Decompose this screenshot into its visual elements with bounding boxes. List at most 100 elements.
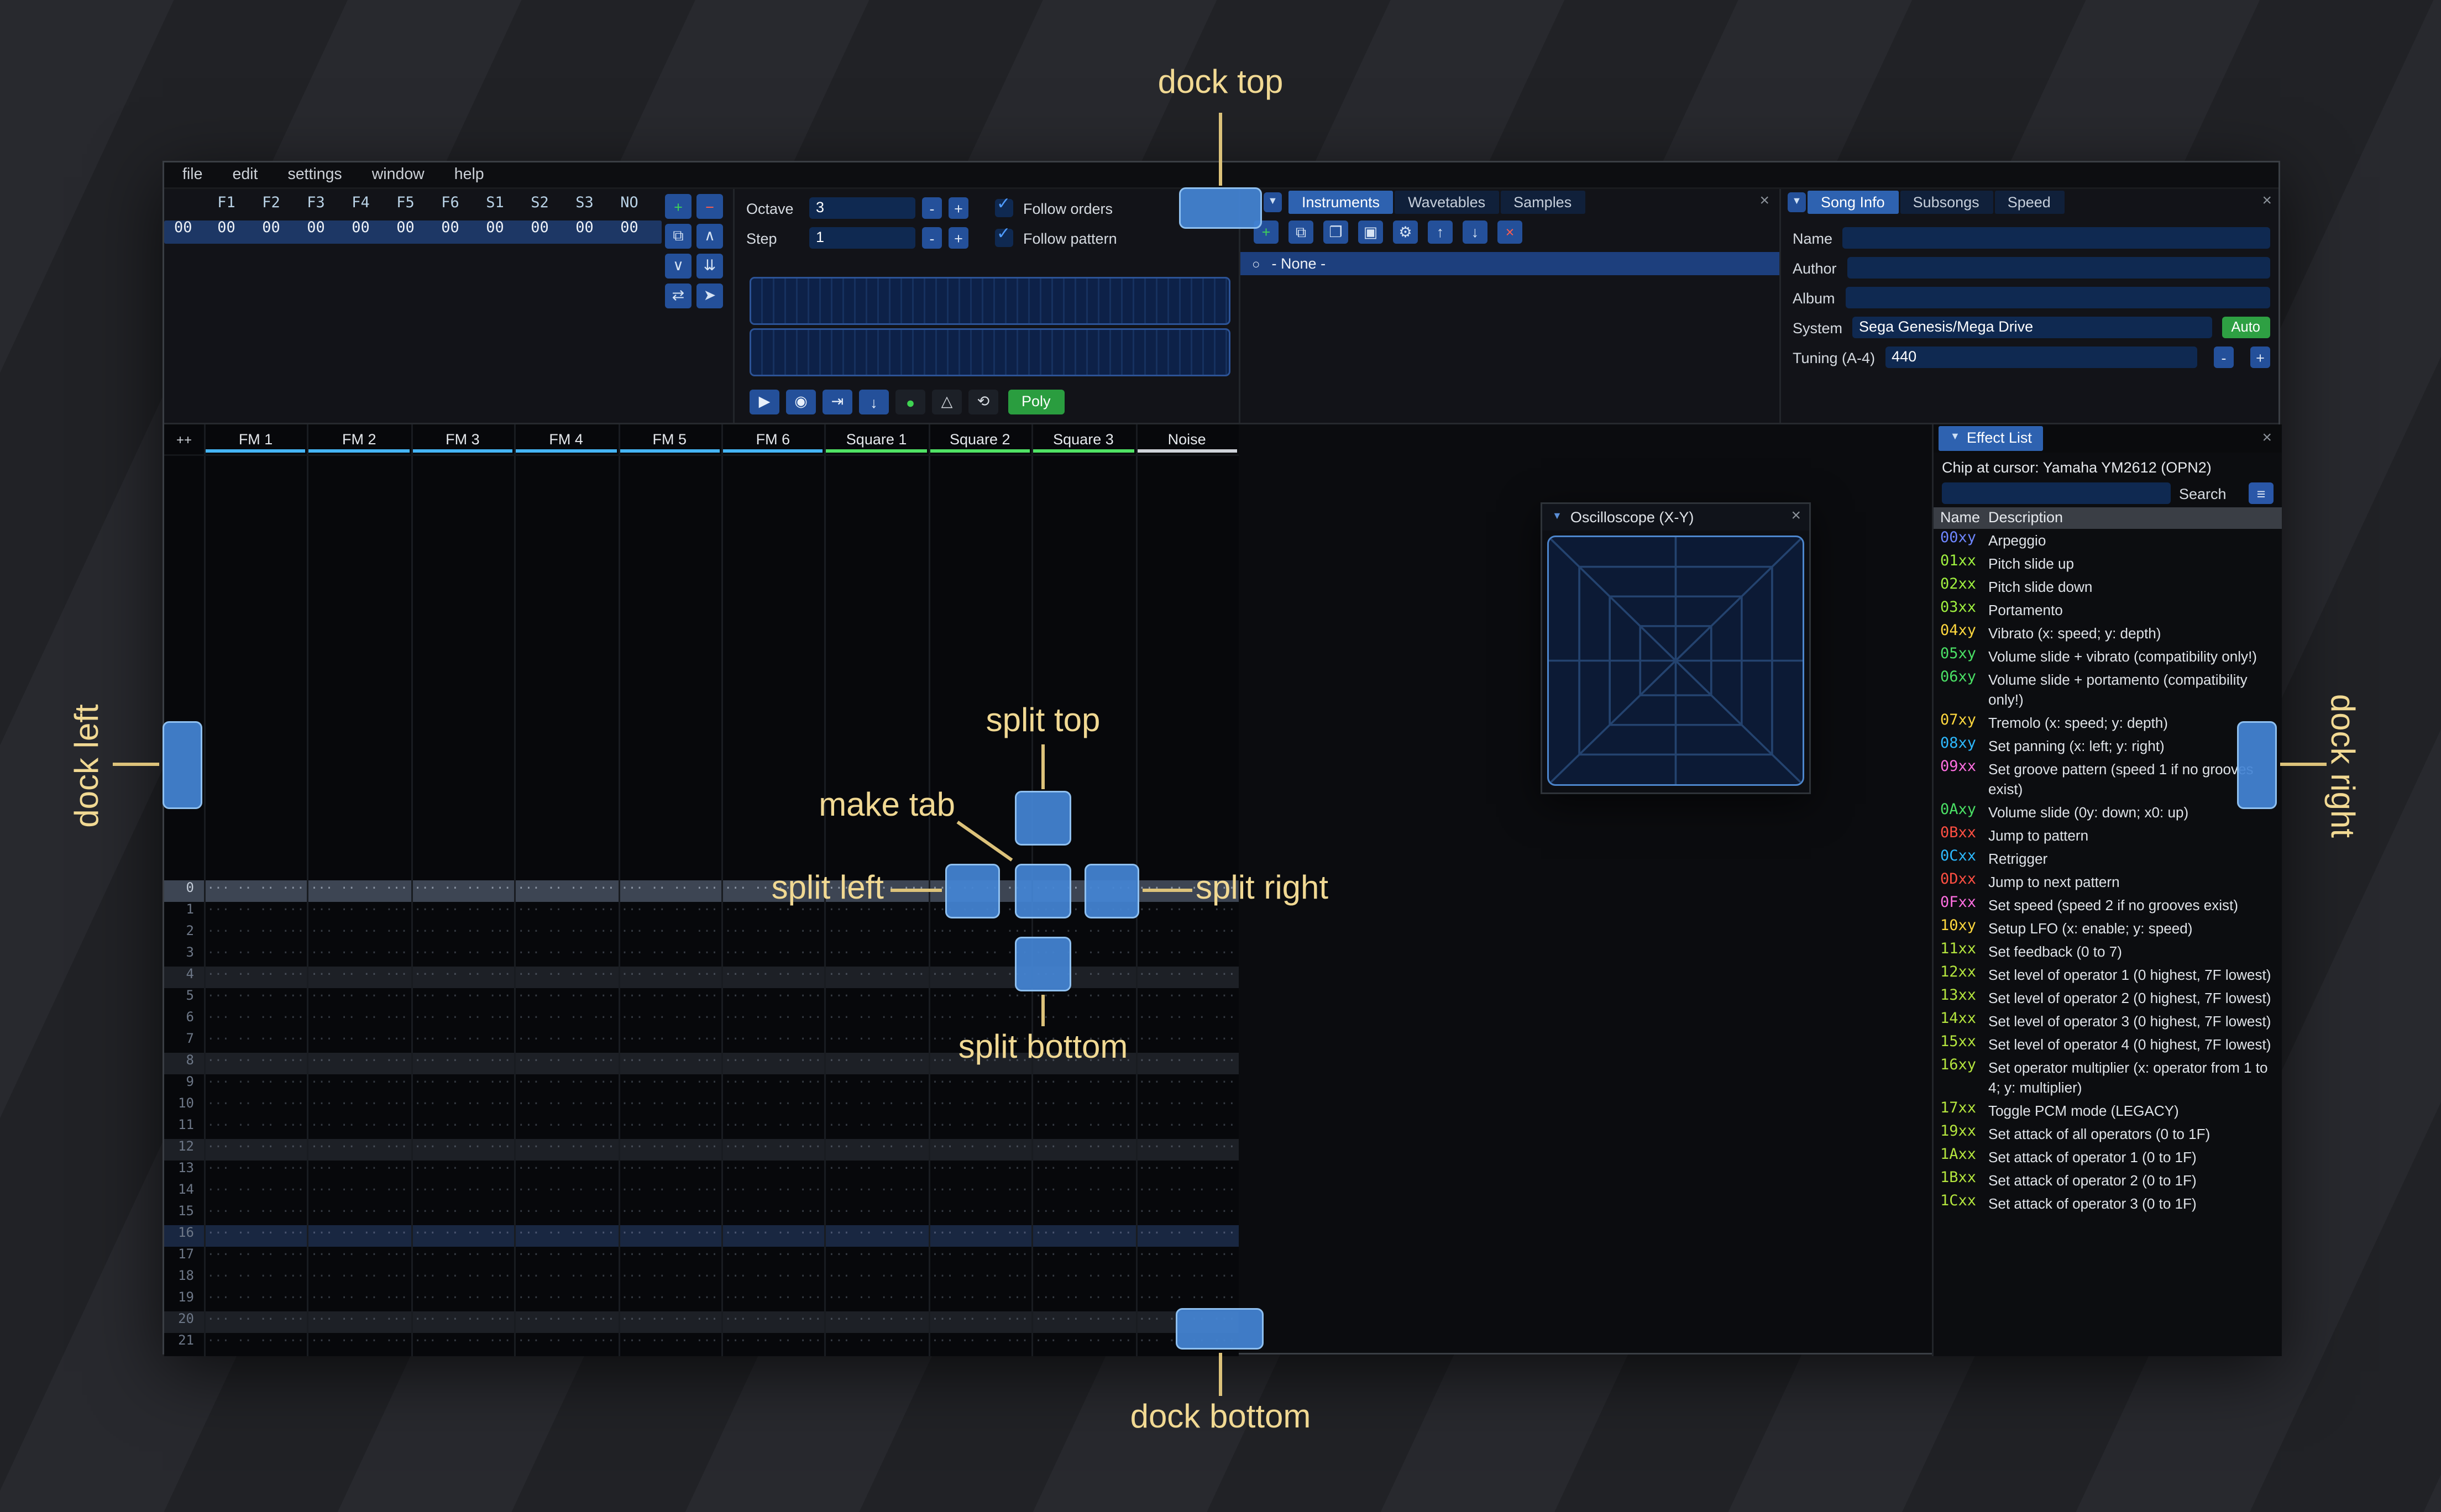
pattern-cell[interactable]: ··· ·· ·· ··· — [618, 1010, 721, 1031]
pattern-cell[interactable]: ··· ·· ·· ··· — [618, 1053, 721, 1074]
pattern-cell[interactable]: ··· ·· ·· ··· — [1135, 1182, 1239, 1204]
pattern-cell[interactable]: ··· ·· ·· ··· — [618, 902, 721, 923]
order-cell[interactable]: 00 — [204, 221, 249, 244]
pattern-cell[interactable]: ··· ·· ·· ··· — [1135, 1204, 1239, 1225]
pattern-cell[interactable]: ··· ·· ·· ··· — [721, 1290, 825, 1311]
pattern-cell[interactable]: ··· ·· ·· ··· — [515, 1096, 618, 1117]
pattern-cell[interactable]: ··· ·· ·· ··· — [411, 967, 514, 988]
pattern-cell[interactable]: ··· ·· ·· ··· — [307, 1182, 411, 1204]
pattern-cell[interactable]: ··· ·· ·· ··· — [411, 923, 514, 945]
pattern-cell[interactable]: ··· ·· ·· ··· — [1031, 1117, 1135, 1139]
pattern-cell[interactable]: ··· ·· ·· ··· — [307, 880, 411, 902]
pattern-cell[interactable]: ··· ·· ·· ··· — [721, 1074, 825, 1096]
piano-octave-row[interactable] — [750, 277, 1230, 325]
pattern-row[interactable]: 4 ··· ·· ·· ··· ··· ·· ·· ··· ··· ·· ·· ···… — [164, 967, 1239, 988]
order-cell[interactable]: 00 — [473, 221, 517, 244]
pattern-cell[interactable]: ··· ·· ·· ··· — [1135, 1268, 1239, 1290]
pattern-cell[interactable]: ··· ·· ·· ··· — [515, 988, 618, 1010]
pattern-cell[interactable]: ··· ·· ·· ··· — [825, 1010, 928, 1031]
pattern-cell[interactable]: ··· ·· ·· ··· — [721, 1031, 825, 1053]
pattern-cell[interactable]: ··· ·· ·· ··· — [307, 1268, 411, 1290]
tab-song-info[interactable]: Song Info — [1808, 191, 1898, 214]
pattern-cell[interactable]: ··· ·· ·· ··· — [204, 1290, 307, 1311]
pattern-cell[interactable]: ··· ·· ·· ··· — [307, 1247, 411, 1268]
author-input[interactable] — [1846, 257, 2270, 279]
pattern-cell[interactable]: ··· ·· ·· ··· — [1031, 1268, 1135, 1290]
order-move-down-button[interactable]: ∨ — [665, 254, 692, 279]
pattern-cell[interactable]: ··· ·· ·· ··· — [307, 1311, 411, 1333]
song-info-close-icon[interactable]: × — [2262, 192, 2272, 211]
pattern-cell[interactable]: ··· ·· ·· ··· — [204, 1247, 307, 1268]
pattern-cell[interactable]: ··· ·· ·· ··· — [307, 1031, 411, 1053]
tab-samples[interactable]: Samples — [1500, 191, 1585, 214]
order-move-up-button[interactable]: ∧ — [696, 224, 723, 249]
follow-pattern-checkbox[interactable] — [995, 225, 1013, 247]
pattern-cell[interactable]: ··· ·· ·· ··· — [307, 1010, 411, 1031]
pattern-cell[interactable]: ··· ·· ·· ··· — [928, 988, 1031, 1010]
pattern-cell[interactable]: ··· ·· ·· ··· — [515, 1031, 618, 1053]
pattern-cell[interactable]: ··· ·· ·· ··· — [204, 1225, 307, 1247]
pattern-cell[interactable]: ··· ·· ·· ··· — [825, 923, 928, 945]
pattern-cell[interactable]: ··· ·· ·· ··· — [825, 1225, 928, 1247]
pattern-cell[interactable]: ··· ·· ·· ··· — [515, 1117, 618, 1139]
order-row[interactable]: 00 00 00 00 00 00 00 00 00 00 00 — [164, 221, 662, 244]
pattern-cell[interactable]: ··· ·· ·· ··· — [618, 1333, 721, 1355]
pattern-cell[interactable]: ··· ·· ·· ··· — [721, 945, 825, 967]
pattern-cell[interactable]: ··· ·· ·· ··· — [515, 1182, 618, 1204]
pattern-cell[interactable]: ··· ·· ·· ··· — [204, 1333, 307, 1355]
pattern-cell[interactable]: ··· ·· ·· ··· — [825, 988, 928, 1010]
pattern-row[interactable]: 16 ··· ·· ·· ··· ··· ·· ·· ··· ··· ·· ·· ··… — [164, 1225, 1239, 1247]
album-input[interactable] — [1845, 287, 2270, 308]
pattern-cell[interactable]: ··· ·· ·· ··· — [204, 967, 307, 988]
pattern-cell[interactable]: ··· ·· ·· ··· — [515, 1139, 618, 1161]
pattern-cell[interactable]: ··· ·· ·· ··· — [825, 1268, 928, 1290]
pattern-cell[interactable]: ··· ·· ·· ··· — [721, 1225, 825, 1247]
pattern-cell[interactable]: ··· ·· ·· ··· — [411, 1074, 514, 1096]
pattern-cell[interactable]: ··· ·· ·· ··· — [825, 1333, 928, 1355]
pattern-cell[interactable]: ··· ·· ·· ··· — [204, 1161, 307, 1182]
octave-input[interactable]: 3 — [809, 197, 915, 219]
pattern-cell[interactable]: ··· ·· ·· ··· — [928, 1096, 1031, 1117]
pattern-cell[interactable]: ··· ·· ·· ··· — [307, 945, 411, 967]
pattern-cell[interactable]: ··· ·· ·· ··· — [618, 1096, 721, 1117]
auto-button[interactable]: Auto — [2221, 317, 2270, 338]
split-right-target[interactable] — [1085, 864, 1139, 918]
pattern-cell[interactable]: ··· ·· ·· ··· — [618, 1139, 721, 1161]
split-bottom-target[interactable] — [1015, 937, 1071, 991]
pattern-cell[interactable]: ··· ·· ·· ··· — [204, 1053, 307, 1074]
menu-help[interactable]: help — [439, 162, 499, 188]
pattern-cell[interactable]: ··· ·· ·· ··· — [204, 1139, 307, 1161]
pattern-row[interactable]: 15 ··· ·· ·· ··· ··· ·· ·· ··· ··· ·· ·· ··… — [164, 1204, 1239, 1225]
pattern-cell[interactable]: ··· ·· ·· ··· — [411, 1268, 514, 1290]
pattern-cell[interactable]: ··· ·· ·· ··· — [411, 1053, 514, 1074]
instrument-move-up-button[interactable]: ↑ — [1428, 221, 1453, 244]
pattern-cell[interactable]: ··· ·· ·· ··· — [204, 1010, 307, 1031]
order-remove-button[interactable]: − — [696, 194, 723, 219]
channel-header-fm-4[interactable]: FM 4 — [515, 424, 618, 454]
pattern-cell[interactable]: ··· ·· ·· ··· — [928, 1074, 1031, 1096]
pattern-cell[interactable]: ··· ·· ·· ··· — [721, 1268, 825, 1290]
pattern-cell[interactable]: ··· ·· ·· ··· — [1031, 1290, 1135, 1311]
instrument-open-button[interactable]: ❐ — [1323, 221, 1348, 244]
pattern-cell[interactable]: ··· ·· ·· ··· — [825, 1031, 928, 1053]
pattern-cell[interactable]: ··· ·· ·· ··· — [204, 1182, 307, 1204]
order-cell[interactable]: 00 — [338, 221, 383, 244]
pattern-cell[interactable]: ··· ·· ·· ··· — [825, 1247, 928, 1268]
pattern-cell[interactable]: ··· ·· ·· ··· — [204, 1311, 307, 1333]
pattern-cell[interactable]: ··· ·· ·· ··· — [825, 1053, 928, 1074]
channel-header-square-3[interactable]: Square 3 — [1031, 424, 1135, 454]
pattern-cell[interactable]: ··· ·· ·· ··· — [618, 1225, 721, 1247]
pattern-cell[interactable]: ··· ·· ·· ··· — [411, 1096, 514, 1117]
pattern-cell[interactable]: ··· ·· ·· ··· — [204, 1117, 307, 1139]
pattern-cell[interactable]: ··· ·· ·· ··· — [1135, 1053, 1239, 1074]
effect-filter-menu-icon[interactable]: ≡ — [2249, 482, 2274, 504]
pattern-cell[interactable]: ··· ·· ·· ··· — [1031, 1225, 1135, 1247]
pattern-cell[interactable]: ··· ·· ·· ··· — [204, 945, 307, 967]
order-duplicate-button[interactable]: ⧉ — [665, 224, 692, 249]
pattern-cell[interactable]: ··· ·· ·· ··· — [721, 1053, 825, 1074]
collapse-icon[interactable]: ▼ — [1950, 426, 1960, 451]
pattern-cell[interactable]: ··· ·· ·· ··· — [307, 1139, 411, 1161]
pattern-cell[interactable]: ··· ·· ·· ··· — [618, 1074, 721, 1096]
instrument-duplicate-button[interactable]: ⧉ — [1288, 221, 1313, 244]
pattern-cell[interactable]: ··· ·· ·· ··· — [721, 1333, 825, 1355]
